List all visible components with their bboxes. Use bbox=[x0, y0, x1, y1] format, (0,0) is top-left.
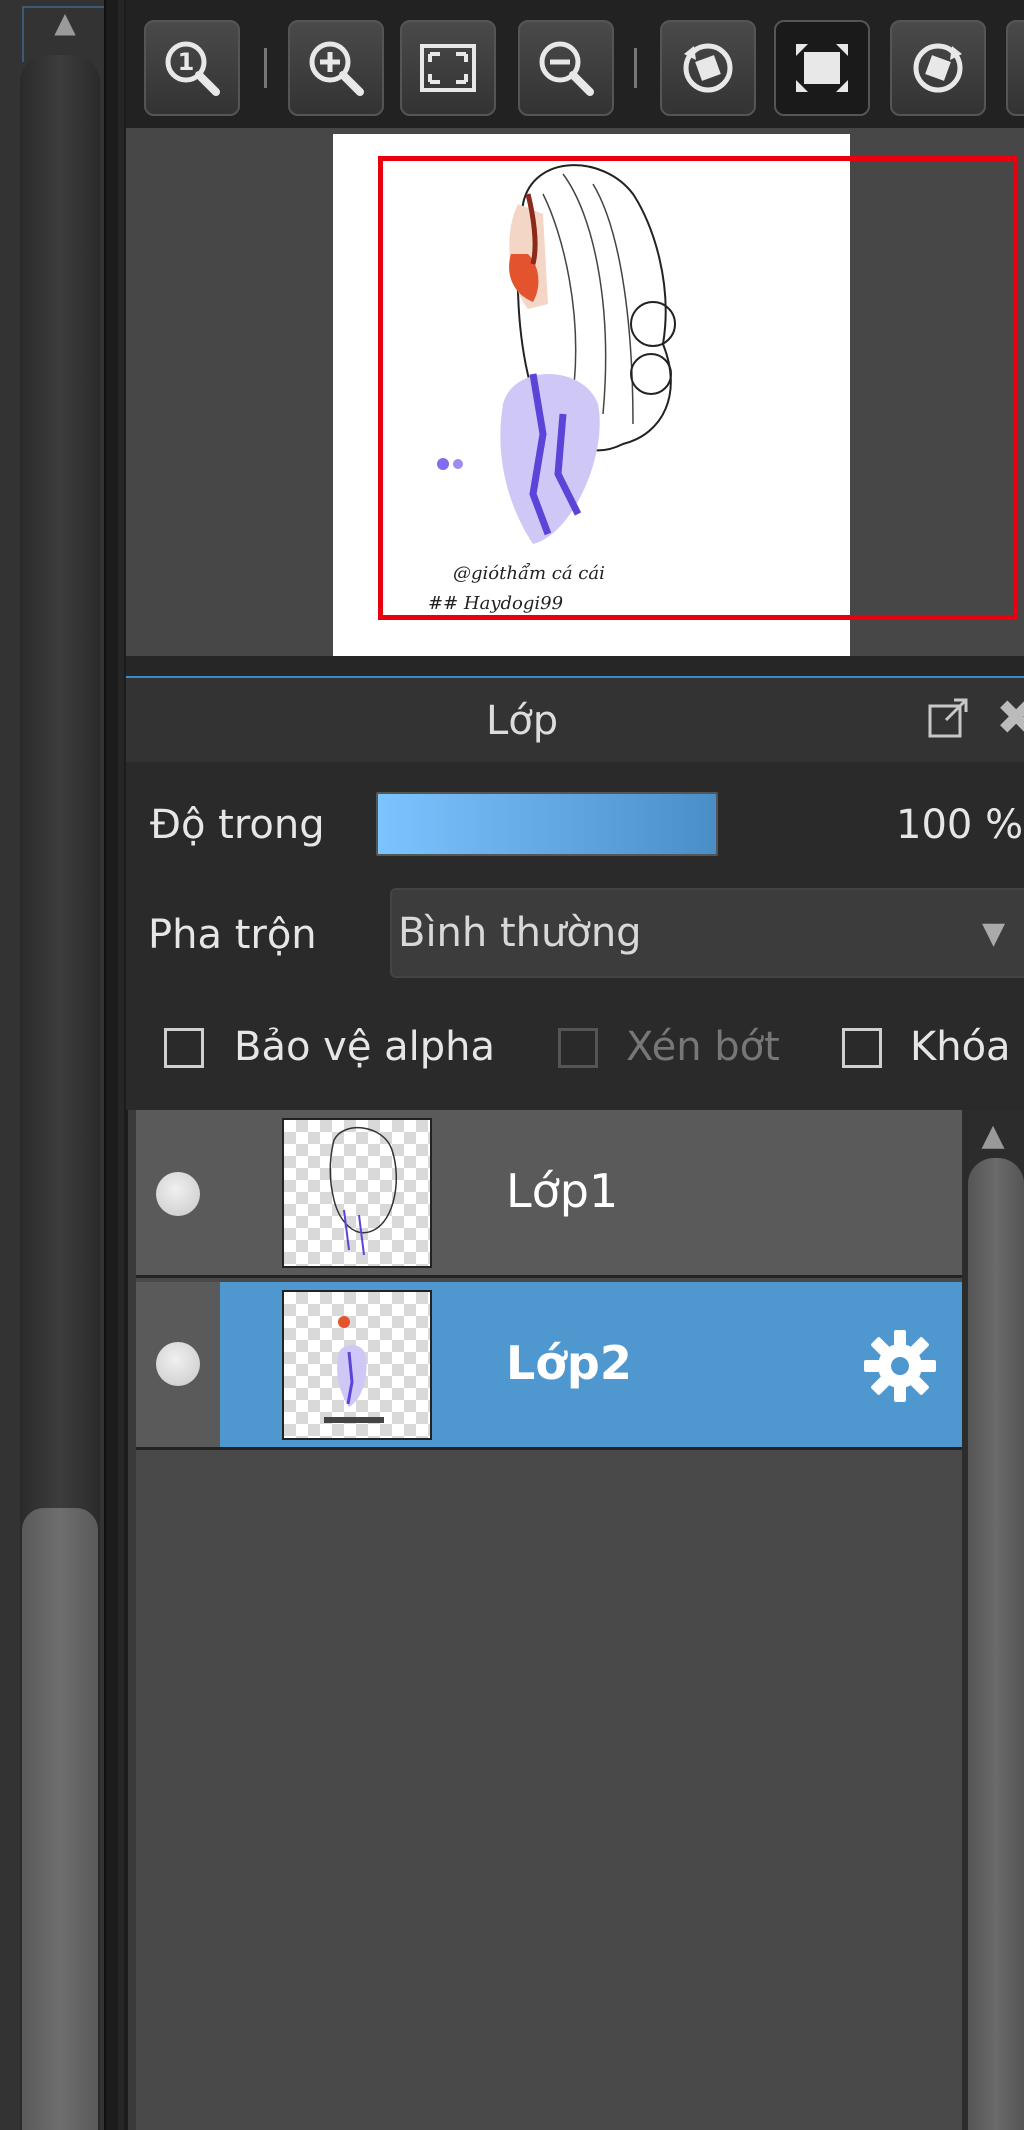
lock-label: Khóa bbox=[910, 1024, 1011, 1070]
protect-alpha-label: Bảo vệ alpha bbox=[234, 1024, 496, 1070]
layer-name[interactable]: Lớp1 bbox=[506, 1164, 618, 1218]
scroll-thumb[interactable] bbox=[22, 1508, 98, 2130]
layer-panel-header: Lớp ✖ bbox=[126, 678, 1024, 764]
toolbar-separator bbox=[264, 48, 267, 88]
zoom-actual-size-icon: 1 bbox=[165, 41, 220, 96]
panel-title: Lớp bbox=[486, 698, 559, 744]
layer-row-selected[interactable]: Lớp2 bbox=[136, 1282, 962, 1450]
visibility-toggle[interactable] bbox=[156, 1172, 200, 1216]
viewport-rectangle[interactable] bbox=[378, 156, 1018, 620]
visibility-toggle[interactable] bbox=[156, 1342, 200, 1386]
more-toolbar-button[interactable] bbox=[1006, 20, 1024, 116]
panel-divider bbox=[126, 656, 1024, 679]
layer-name[interactable]: Lớp2 bbox=[506, 1336, 632, 1390]
layer-thumbnail bbox=[282, 1118, 432, 1268]
clip-label: Xén bớt bbox=[626, 1024, 780, 1070]
triangle-up-icon[interactable]: ▲ bbox=[962, 1118, 1024, 1153]
fit-to-window-button[interactable] bbox=[400, 20, 496, 116]
close-icon[interactable]: ✖ bbox=[996, 694, 1024, 742]
zoom-out-button[interactable] bbox=[518, 20, 614, 116]
layer-properties: Độ trong 100 % Pha trộn Bình thường ▼ Bả… bbox=[126, 762, 1024, 1110]
chevron-down-icon: ▼ bbox=[982, 916, 1006, 951]
rotate-right-icon bbox=[913, 43, 963, 93]
splitter-edge bbox=[118, 0, 124, 2130]
layer-thumbnail-art bbox=[329, 1126, 398, 1256]
scroll-thumb[interactable] bbox=[968, 1158, 1024, 2130]
navigator-preview[interactable]: @gióthẩm cá cái ## Haydogi99 bbox=[126, 128, 1024, 656]
layer-thumbnail bbox=[282, 1290, 432, 1440]
fit-to-window-icon bbox=[420, 44, 476, 92]
rotate-left-icon bbox=[683, 43, 733, 93]
blend-mode-select[interactable]: Bình thường ▼ bbox=[390, 888, 1024, 978]
opacity-value: 100 % bbox=[896, 802, 1024, 848]
zoom-actual-size-button[interactable]: 1 bbox=[144, 20, 240, 116]
opacity-label: Độ trong bbox=[150, 802, 325, 848]
left-scroll-panel: ▲ bbox=[0, 0, 108, 2130]
panel-splitter[interactable] bbox=[104, 0, 128, 2130]
zoom-in-icon bbox=[309, 41, 364, 96]
rotate-right-button[interactable] bbox=[890, 20, 986, 116]
zoom-in-button[interactable] bbox=[288, 20, 384, 116]
rotate-left-button[interactable] bbox=[660, 20, 756, 116]
opacity-slider[interactable] bbox=[376, 792, 718, 856]
navigator-toolbar: 1 bbox=[126, 0, 1024, 128]
layer-list-scrollbar[interactable]: ▲ bbox=[962, 1110, 1024, 2130]
lock-checkbox[interactable] bbox=[842, 1028, 882, 1068]
scroll-up-button[interactable]: ▲ bbox=[22, 6, 108, 62]
reset-rotation-button[interactable] bbox=[774, 20, 870, 116]
triangle-up-icon: ▲ bbox=[54, 6, 76, 39]
popout-icon[interactable] bbox=[926, 696, 970, 740]
clip-checkbox[interactable] bbox=[558, 1028, 598, 1068]
reset-rotation-icon bbox=[796, 44, 848, 92]
layer-thumbnail-art bbox=[324, 1316, 384, 1423]
layer-list: Lớp1 Lớp2 bbox=[136, 1110, 962, 2130]
toolbar-separator bbox=[634, 48, 637, 88]
protect-alpha-checkbox[interactable] bbox=[164, 1028, 204, 1068]
zoom-out-icon bbox=[539, 41, 594, 96]
blend-mode-label: Pha trộn bbox=[148, 912, 317, 958]
blend-mode-value: Bình thường bbox=[398, 910, 642, 956]
svg-text:1: 1 bbox=[178, 48, 195, 76]
layer-row[interactable]: Lớp1 bbox=[136, 1110, 962, 1278]
gear-icon[interactable] bbox=[860, 1326, 940, 1406]
